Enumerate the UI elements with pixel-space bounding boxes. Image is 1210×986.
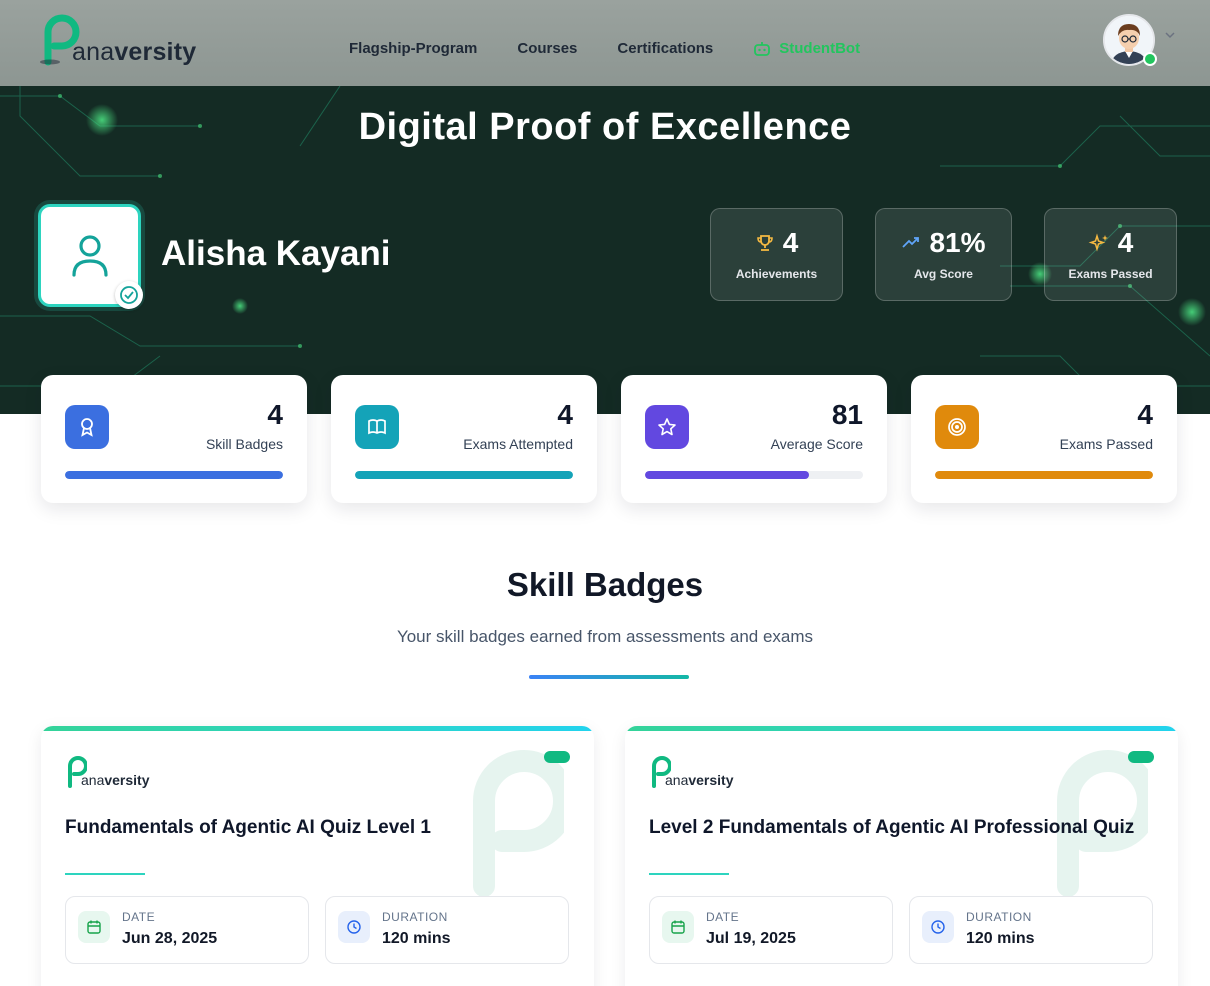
logo-text-a: ana (81, 772, 105, 788)
nav-link-courses[interactable]: Courses (517, 40, 577, 57)
online-status-dot (1143, 52, 1157, 66)
stat-card-label: Average Score (770, 436, 863, 452)
progress-fill (645, 471, 809, 479)
badge-date-box: DATE Jul 19, 2025 (649, 896, 893, 964)
progress-track (935, 471, 1153, 479)
section-title: Skill Badges (506, 566, 704, 603)
target-icon (948, 418, 966, 436)
badge-title: Fundamentals of Agentic AI Quiz Level 1 (65, 817, 431, 838)
status-pill (544, 751, 570, 763)
hero-stat-exams-passed: 4 Exams Passed (1044, 208, 1177, 301)
clock-icon (931, 920, 945, 934)
badge-title-underline (65, 873, 145, 875)
logo-text-b: versity (104, 772, 150, 788)
stat-card-value: 4 (267, 399, 283, 430)
top-nav: anaversity Flagship-Program Courses Cert… (0, 0, 1210, 86)
badge-duration-box: DURATION 120 mins (909, 896, 1153, 964)
stat-card-skill-badges: 4 Skill Badges (41, 375, 307, 503)
nav-link-studentbot[interactable]: StudentBot (753, 40, 860, 57)
badge-card[interactable]: anaversity Level 2 Fundamentals of Agent… (625, 726, 1178, 986)
stat-card-value: 81 (831, 399, 863, 430)
progress-track (65, 471, 283, 479)
hero-stat-label: Avg Score (914, 267, 973, 281)
badge-card-accent-bar (625, 726, 1178, 731)
hero-stat-value: 81% (929, 227, 986, 258)
duration-value: 120 mins (382, 930, 451, 947)
section-divider (529, 675, 689, 679)
hero-stat-value: 4 (1117, 227, 1134, 258)
status-pill (1128, 751, 1154, 763)
badge-title-underline (649, 873, 729, 875)
nav-link-certifications[interactable]: Certifications (617, 40, 713, 57)
star-icon (658, 418, 676, 436)
progress-track (355, 471, 573, 479)
logo-text-b: versity (688, 772, 734, 788)
duration-label: DURATION (966, 910, 1032, 924)
badge-card-accent-bar (41, 726, 594, 731)
sparkles-icon (1088, 233, 1108, 252)
logo-text-a: ana (72, 38, 115, 66)
logo-text-a: ana (665, 772, 689, 788)
progress-fill (65, 471, 283, 479)
hero-stat-label: Exams Passed (1068, 267, 1153, 281)
badge-duration-box: DURATION 120 mins (325, 896, 569, 964)
chevron-down-icon[interactable] (1164, 30, 1176, 40)
date-value: Jun 28, 2025 (122, 930, 218, 947)
progress-fill (935, 471, 1153, 479)
user-icon (71, 234, 108, 277)
badge-card[interactable]: anaversity Fundamentals of Agentic AI Qu… (41, 726, 594, 986)
badge-date-box: DATE Jun 28, 2025 (65, 896, 309, 964)
profile-name: Alisha Kayani (161, 234, 391, 273)
calendar-icon (671, 920, 685, 934)
hero-stat-avg-score: 81% Avg Score (875, 208, 1012, 301)
date-label: DATE (122, 910, 156, 924)
badge-card-logo: anaversity (649, 754, 749, 792)
stat-card-label: Exams Passed (1059, 436, 1153, 452)
hero-title: Digital Proof of Excellence (358, 106, 852, 148)
date-label: DATE (706, 910, 740, 924)
hero-stat-achievements: 4 Achievements (710, 208, 843, 301)
nav-link-flagship-program[interactable]: Flagship-Program (349, 40, 477, 57)
progress-track (645, 471, 863, 479)
bot-icon (754, 41, 771, 56)
nav-links: Flagship-Program Courses Certifications … (349, 40, 860, 57)
stat-card-exams-passed: 4 Exams Passed (911, 375, 1177, 503)
verified-badge (115, 281, 143, 309)
clock-icon (347, 920, 361, 934)
trending-up-icon (902, 237, 920, 248)
logo-text-b: versity (114, 38, 197, 66)
badge-title: Level 2 Fundamentals of Agentic AI Profe… (649, 817, 1135, 838)
stat-card-label: Exams Attempted (463, 436, 573, 452)
stat-card-value: 4 (557, 399, 573, 430)
check-circle-icon (120, 286, 138, 304)
trophy-icon (756, 235, 773, 251)
progress-fill (355, 471, 573, 479)
calendar-icon (87, 920, 101, 934)
badge-card-logo: anaversity (65, 754, 165, 792)
stat-card-average-score: 81 Average Score (621, 375, 887, 503)
hero-stat-value: 4 (782, 227, 799, 258)
nav-bot-label: StudentBot (779, 40, 861, 57)
stat-card-exams-attempted: 4 Exams Attempted (331, 375, 597, 503)
duration-value: 120 mins (966, 930, 1035, 947)
duration-label: DURATION (382, 910, 448, 924)
book-open-icon (368, 419, 386, 435)
date-value: Jul 19, 2025 (706, 930, 796, 947)
hero-banner: Digital Proof of Excellence Alisha Kayan… (0, 86, 1210, 414)
hero-stat-label: Achievements (735, 267, 818, 281)
stat-card-value: 4 (1137, 399, 1153, 430)
section-subtitle: Your skill badges earned from assessment… (396, 627, 814, 646)
brand-logo[interactable]: anaversity (38, 12, 196, 68)
stat-card-label: Skill Badges (205, 436, 283, 452)
award-icon (81, 418, 93, 437)
